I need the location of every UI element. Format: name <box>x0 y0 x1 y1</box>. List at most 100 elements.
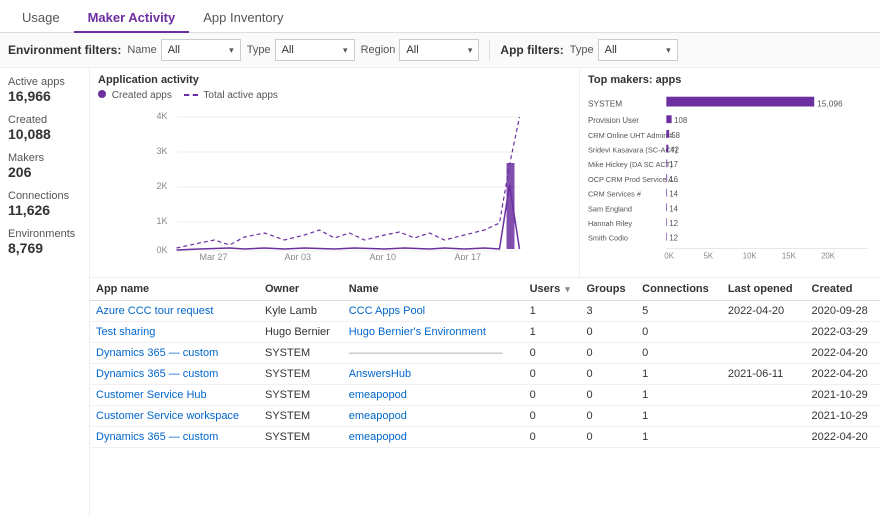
table-row: Customer Service HubSYSTEMemeapopod00120… <box>90 385 880 406</box>
col-created: Created <box>806 278 880 301</box>
svg-text:Provision User: Provision User <box>588 116 639 125</box>
stat-environments: Environments 8,769 <box>8 228 81 256</box>
svg-text:20K: 20K <box>821 251 836 260</box>
legend-created: Created apps <box>98 90 172 101</box>
cell-app-name[interactable]: Customer Service workspace <box>90 406 259 427</box>
region-filter-label: Region <box>361 44 396 56</box>
cell-name[interactable]: emeapopod <box>343 385 524 406</box>
col-app-name: App name <box>90 278 259 301</box>
svg-text:3K: 3K <box>157 146 168 156</box>
cell-name[interactable]: CCC Apps Pool <box>343 301 524 322</box>
cell-last-opened <box>722 343 806 364</box>
chart-legend: Created apps Total active apps <box>98 90 571 101</box>
svg-text:0K: 0K <box>157 245 168 255</box>
stat-connections: Connections 11,626 <box>8 190 81 218</box>
cell-name[interactable]: emeapopod <box>343 427 524 448</box>
cell-users: 0 <box>524 406 581 427</box>
cell-created: 2022-04-20 <box>806 427 880 448</box>
svg-text:14: 14 <box>669 204 678 213</box>
svg-text:15K: 15K <box>782 251 797 260</box>
cell-owner: SYSTEM <box>259 406 343 427</box>
table-row: Customer Service workspaceSYSTEMemeapopo… <box>90 406 880 427</box>
tab-app-inventory[interactable]: App Inventory <box>189 4 297 33</box>
svg-text:5K: 5K <box>704 251 714 260</box>
chevron-down-icon: ▾ <box>468 45 473 56</box>
cell-created: 2021-10-29 <box>806 385 880 406</box>
charts-top: Application activity Created apps Total … <box>90 68 880 278</box>
cell-name[interactable]: —————————————— <box>343 343 524 364</box>
cell-groups: 0 <box>580 427 636 448</box>
cell-app-name[interactable]: Test sharing <box>90 322 259 343</box>
cell-owner: SYSTEM <box>259 385 343 406</box>
chevron-down-icon: ▾ <box>343 45 348 56</box>
cell-created: 2021-10-29 <box>806 406 880 427</box>
cell-users: 1 <box>524 322 581 343</box>
cell-owner: Kyle Lamb <box>259 301 343 322</box>
filter-row: Environment filters: Name All ▾ Type All… <box>0 33 880 68</box>
cell-connections: 1 <box>636 364 722 385</box>
svg-text:16: 16 <box>669 175 678 184</box>
col-last-opened: Last opened <box>722 278 806 301</box>
col-groups: Groups <box>580 278 636 301</box>
type-env-filter-select[interactable]: All ▾ <box>275 39 355 61</box>
cell-last-opened <box>722 406 806 427</box>
cell-last-opened <box>722 427 806 448</box>
cell-last-opened: 2021-06-11 <box>722 364 806 385</box>
cell-app-name[interactable]: Dynamics 365 — custom <box>90 343 259 364</box>
cell-owner: Hugo Bernier <box>259 322 343 343</box>
svg-text:58: 58 <box>671 131 680 140</box>
cell-connections: 1 <box>636 406 722 427</box>
cell-created: 2020-09-28 <box>806 301 880 322</box>
cell-app-name[interactable]: Azure CCC tour request <box>90 301 259 322</box>
tab-usage[interactable]: Usage <box>8 4 74 33</box>
col-name: Name <box>343 278 524 301</box>
svg-text:CRM Online UHT Admin #: CRM Online UHT Admin # <box>588 131 674 140</box>
cell-connections: 0 <box>636 343 722 364</box>
name-filter-select[interactable]: All ▾ <box>161 39 241 61</box>
svg-text:12: 12 <box>669 219 678 228</box>
svg-text:Smith Codio: Smith Codio <box>588 234 628 243</box>
cell-name[interactable]: emeapopod <box>343 406 524 427</box>
cell-connections: 0 <box>636 322 722 343</box>
cell-app-name[interactable]: Customer Service Hub <box>90 385 259 406</box>
cell-owner: SYSTEM <box>259 364 343 385</box>
legend-total: Total active apps <box>184 90 278 101</box>
type-env-filter-label: Type <box>247 44 271 56</box>
cell-app-name[interactable]: Dynamics 365 — custom <box>90 364 259 385</box>
filter-divider <box>489 40 490 60</box>
svg-text:14: 14 <box>669 190 678 199</box>
bar-chart-title: Top makers: apps <box>588 74 872 86</box>
cell-owner: SYSTEM <box>259 343 343 364</box>
svg-text:Apr 10: Apr 10 <box>370 252 397 260</box>
col-owner: Owner <box>259 278 343 301</box>
col-connections: Connections <box>636 278 722 301</box>
charts-area: Application activity Created apps Total … <box>90 68 880 517</box>
line-chart-svg: 4K 3K 2K 1K 0K Mar 27 Apr 03 Apr 10 Apr … <box>98 105 571 260</box>
name-filter-label: Name <box>127 44 156 56</box>
svg-text:108: 108 <box>674 116 688 125</box>
table-row: Dynamics 365 — customSYSTEMemeapopod0012… <box>90 427 880 448</box>
sort-icon: ▾ <box>565 284 570 294</box>
svg-text:SYSTEM: SYSTEM <box>588 99 622 109</box>
table-section[interactable]: App name Owner Name Users ▾ Groups Conne… <box>90 278 880 517</box>
cell-name[interactable]: Hugo Bernier's Environment <box>343 322 524 343</box>
svg-text:42: 42 <box>670 146 679 155</box>
svg-text:Apr 17: Apr 17 <box>455 252 482 260</box>
chevron-down-icon: ▾ <box>666 45 671 56</box>
region-filter-select[interactable]: All ▾ <box>399 39 479 61</box>
apps-table: App name Owner Name Users ▾ Groups Conne… <box>90 278 880 448</box>
svg-text:Hannah Riley: Hannah Riley <box>588 219 632 228</box>
cell-last-opened: 2022-04-20 <box>722 301 806 322</box>
cell-users: 0 <box>524 364 581 385</box>
cell-groups: 3 <box>580 301 636 322</box>
cell-name[interactable]: AnswersHub <box>343 364 524 385</box>
type-app-filter-select[interactable]: All ▾ <box>598 39 678 61</box>
tab-maker-activity[interactable]: Maker Activity <box>74 4 190 33</box>
svg-text:4K: 4K <box>157 111 168 121</box>
type-env-filter-group: Type All ▾ <box>247 39 355 61</box>
cell-users: 0 <box>524 385 581 406</box>
cell-users: 0 <box>524 427 581 448</box>
cell-last-opened <box>722 385 806 406</box>
cell-app-name[interactable]: Dynamics 365 — custom <box>90 427 259 448</box>
environment-filter-label: Environment filters: <box>8 43 121 57</box>
